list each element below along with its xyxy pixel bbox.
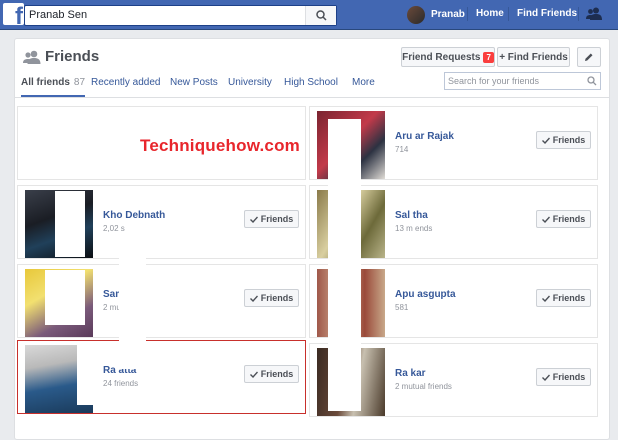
tab-all-count: 87 (73, 77, 86, 88)
friend-search-box[interactable] (444, 72, 601, 90)
page-title: Friends (45, 48, 100, 65)
friend-requests-icon[interactable] (586, 7, 602, 20)
friend-count: 13 m ends (395, 224, 433, 233)
checkmark-icon (541, 216, 550, 223)
friend-requests-label: Friend Requests (402, 51, 481, 63)
redaction-bar (77, 345, 94, 405)
friend-count: 581 (395, 303, 409, 312)
friend-requests-button[interactable]: Friend Requests 7 (401, 47, 495, 67)
checkmark-icon (249, 295, 258, 302)
friends-status-button[interactable]: Friends (536, 210, 591, 228)
tab-new-posts[interactable]: New Posts (170, 77, 218, 88)
tab-all-label: All friends (21, 77, 70, 88)
top-bar: f Pranab Home Find Friends (0, 0, 618, 30)
divider (15, 97, 609, 98)
friend-name[interactable]: Sal tha (395, 210, 428, 221)
facebook-logo-icon[interactable]: f (3, 3, 24, 25)
tab-more[interactable]: More (352, 77, 375, 88)
checkmark-icon (541, 137, 550, 144)
tab-all-friends[interactable]: All friends 87 (21, 77, 85, 88)
friend-count: 2,02 s (103, 224, 125, 233)
friend-name[interactable]: Apu asgupta (395, 289, 456, 300)
friend-name[interactable]: Aru ar Rajak (395, 131, 454, 142)
friends-status-button[interactable]: Friends (536, 368, 591, 386)
edit-button[interactable] (577, 47, 601, 67)
tab-recently-added[interactable]: Recently added (91, 77, 161, 88)
friends-status-button[interactable]: Friends (244, 210, 299, 228)
redaction-bar (119, 239, 146, 369)
checkmark-icon (249, 371, 258, 378)
friend-name[interactable]: Ra kar (395, 368, 426, 379)
friend-photo (25, 111, 93, 179)
nav-divider (508, 7, 509, 21)
friends-card: Friends Friend Requests 7 + Find Friends… (14, 38, 610, 440)
friends-button-label: Friends (260, 369, 294, 379)
friends-icon (23, 50, 41, 64)
friends-status-button[interactable]: Friends (536, 131, 591, 149)
find-friends-label: + Find Friends (499, 51, 568, 63)
friend-requests-badge: 7 (483, 51, 494, 63)
search-icon[interactable] (587, 76, 597, 86)
friends-button-label: Friends (552, 293, 586, 303)
friend-search-input[interactable] (448, 74, 580, 88)
friend-count: 714 (395, 145, 409, 154)
tab-high-school[interactable]: High School (284, 77, 338, 88)
redaction-bar (328, 119, 361, 411)
tab-university[interactable]: University (228, 77, 272, 88)
search-icon (315, 10, 327, 21)
watermark-text: Techniquehow.com (140, 136, 300, 155)
friend-tile-highlighted: Ra atta 24 friends Friends (17, 340, 306, 414)
friend-name[interactable]: Kho Debnath (103, 210, 165, 221)
top-search-box[interactable] (24, 5, 337, 26)
redaction-bar (55, 191, 85, 257)
pencil-icon (585, 53, 593, 61)
nav-divider (578, 7, 579, 21)
profile-name: Pranab (431, 9, 465, 20)
friends-status-button[interactable]: Friends (536, 289, 591, 307)
friends-button-label: Friends (260, 214, 294, 224)
nav-divider (467, 7, 468, 21)
friends-status-button[interactable]: Friends (244, 289, 299, 307)
avatar (407, 5, 425, 24)
friends-button-label: Friends (552, 214, 586, 224)
checkmark-icon (541, 374, 550, 381)
nav-home[interactable]: Home (476, 8, 504, 19)
checkmark-icon (541, 295, 550, 302)
nav-find-friends[interactable]: Find Friends (517, 8, 577, 19)
friends-button-label: Friends (260, 293, 294, 303)
friend-count: 2 mutual friends (395, 382, 452, 391)
friend-count: 24 friends (103, 379, 139, 388)
checkmark-icon (249, 216, 258, 223)
search-button[interactable] (305, 6, 336, 25)
profile-link[interactable]: Pranab (407, 5, 465, 24)
friends-button-label: Friends (552, 372, 586, 382)
friends-status-button[interactable]: Friends (244, 365, 299, 383)
redaction-bar (45, 270, 85, 325)
find-friends-button[interactable]: + Find Friends (497, 47, 570, 67)
top-search-input[interactable] (29, 7, 304, 23)
friends-button-label: Friends (552, 135, 586, 145)
